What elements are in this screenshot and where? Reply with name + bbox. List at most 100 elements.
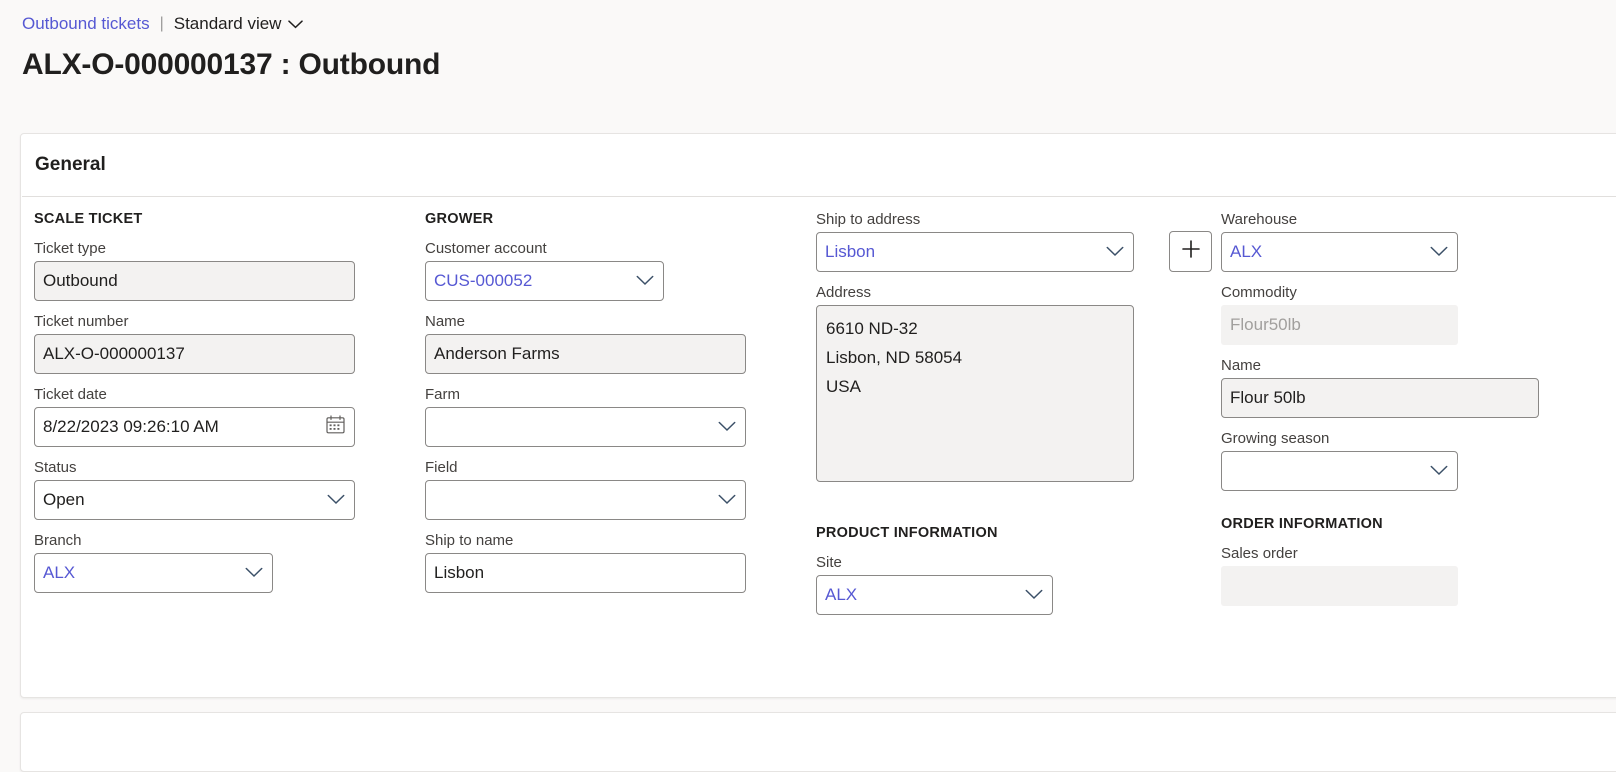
field-label-commodity-name: Name	[1221, 357, 1262, 374]
chevron-down-icon	[245, 563, 263, 583]
field-label-branch: Branch	[34, 532, 82, 549]
ticket-date-input[interactable]: 8/22/2023 09:26:10 AM	[34, 407, 355, 447]
branch-combobox[interactable]: ALX	[34, 553, 273, 593]
chevron-down-icon	[1106, 242, 1124, 262]
breadcrumb-link-outbound-tickets[interactable]: Outbound tickets	[22, 14, 150, 34]
customer-account-value: CUS-000052	[434, 271, 533, 290]
column-scale-ticket: SCALE TICKET Ticket type Outbound Ticket…	[34, 211, 374, 605]
chevron-down-icon	[1025, 585, 1043, 605]
grower-name-value: Anderson Farms	[434, 344, 560, 363]
commodity-name-input[interactable]: Flour 50lb	[1221, 378, 1539, 418]
ticket-type-value: Outbound	[43, 271, 118, 290]
column-shipping: Ship to address Lisbon Address 6610 ND-3…	[816, 211, 1186, 627]
chevron-down-icon	[718, 417, 736, 437]
section-title-order-information: ORDER INFORMATION	[1221, 516, 1383, 532]
ticket-type-input[interactable]: Outbound	[34, 261, 355, 301]
view-selector-label: Standard view	[173, 14, 282, 33]
field-farm: Farm	[425, 386, 765, 447]
field-label-warehouse: Warehouse	[1221, 211, 1298, 228]
warehouse-combobox[interactable]: ALX	[1221, 232, 1458, 272]
farm-combobox[interactable]	[425, 407, 746, 447]
field-label-ticket-number: Ticket number	[34, 313, 129, 330]
chevron-down-icon	[1430, 461, 1448, 481]
field-label-site: Site	[816, 554, 842, 571]
field-branch: Branch ALX	[34, 532, 374, 593]
sales-order-input[interactable]	[1221, 566, 1458, 606]
general-form: SCALE TICKET Ticket type Outbound Ticket…	[21, 197, 1616, 697]
chevron-down-icon	[1430, 242, 1448, 262]
chevron-down-icon	[636, 271, 654, 291]
field-commodity: Commodity Flour50lb	[1221, 284, 1561, 345]
ship-to-name-value: Lisbon	[434, 563, 485, 582]
calendar-icon[interactable]	[326, 415, 345, 439]
field-ticket-type: Ticket type Outbound	[34, 240, 374, 301]
field-label-address: Address	[816, 284, 872, 301]
commodity-name-value: Flour 50lb	[1230, 388, 1306, 407]
field-label-commodity: Commodity	[1221, 284, 1297, 301]
ship-to-address-combobox[interactable]: Lisbon	[816, 232, 1134, 272]
status-combobox[interactable]: Open	[34, 480, 355, 520]
chevron-down-icon	[718, 490, 736, 510]
ticket-number-value: ALX-O-000000137	[43, 344, 185, 363]
field-customer-account: Customer account CUS-000052	[425, 240, 765, 301]
field-ticket-number: Ticket number ALX-O-000000137	[34, 313, 374, 374]
field-label-status: Status	[34, 459, 77, 476]
field-ship-to-name: Ship to name Lisbon	[425, 532, 765, 593]
field-ticket-date: Ticket date 8/22/2023 09:26:10 AM	[34, 386, 374, 447]
grower-name-input[interactable]: Anderson Farms	[425, 334, 746, 374]
ticket-date-value: 8/22/2023 09:26:10 AM	[43, 417, 219, 436]
card-header: General	[21, 134, 1616, 196]
breadcrumb: Outbound tickets | Standard view	[0, 0, 1616, 34]
field-growing-season: Growing season	[1221, 430, 1561, 491]
field-label-ship-to-name: Ship to name	[425, 532, 514, 549]
field-label-farm: Farm	[425, 386, 460, 403]
commodity-input[interactable]: Flour50lb	[1221, 305, 1458, 345]
field-label-field: Field	[425, 459, 458, 476]
field-label-grower-name: Name	[425, 313, 466, 330]
field-label-customer-account: Customer account	[425, 240, 547, 257]
ship-to-name-input[interactable]: Lisbon	[425, 553, 746, 593]
branch-value: ALX	[43, 563, 76, 582]
warehouse-value: ALX	[1230, 242, 1263, 261]
site-combobox[interactable]: ALX	[816, 575, 1053, 615]
customer-account-combobox[interactable]: CUS-000052	[425, 261, 664, 301]
column-grower: GROWER Customer account CUS-000052 Name …	[425, 211, 765, 605]
ticket-number-input[interactable]: ALX-O-000000137	[34, 334, 355, 374]
breadcrumb-separator: |	[159, 15, 164, 32]
ship-to-address-value: Lisbon	[825, 242, 876, 261]
growing-season-combobox[interactable]	[1221, 451, 1458, 491]
field-commodity-name: Name Flour 50lb	[1221, 357, 1561, 418]
secondary-section-card	[20, 712, 1616, 772]
status-value: Open	[43, 490, 85, 509]
field-grower-name: Name Anderson Farms	[425, 313, 765, 374]
field-address: Address 6610 ND-32 Lisbon, ND 58054 USA	[816, 284, 1186, 482]
card-header-label: General	[35, 154, 106, 175]
field-status: Status Open	[34, 459, 374, 520]
field-sales-order: Sales order	[1221, 545, 1561, 606]
field-label-ship-to-address: Ship to address	[816, 211, 921, 228]
field-warehouse: Warehouse ALX	[1221, 211, 1561, 272]
general-section-card: General SCALE TICKET Ticket type Outboun…	[20, 133, 1616, 698]
page-title: ALX-O-000000137 : Outbound	[22, 48, 441, 81]
add-address-button[interactable]	[1169, 231, 1212, 272]
chevron-down-icon	[327, 490, 345, 510]
field-site: Site ALX	[816, 554, 1186, 615]
plus-icon	[1180, 238, 1202, 265]
chevron-down-icon	[288, 14, 304, 34]
commodity-value: Flour50lb	[1230, 315, 1301, 334]
column-warehouse: Warehouse ALX Commodity Flour50lb Name F…	[1221, 211, 1561, 618]
section-title-product-information: PRODUCT INFORMATION	[816, 525, 998, 541]
field-label-sales-order: Sales order	[1221, 545, 1298, 562]
field-combobox[interactable]	[425, 480, 746, 520]
section-title-grower: GROWER	[425, 211, 494, 227]
section-title-scale-ticket: SCALE TICKET	[34, 211, 143, 227]
field-field: Field	[425, 459, 765, 520]
field-label-ticket-date: Ticket date	[34, 386, 107, 403]
site-value: ALX	[825, 585, 858, 604]
field-ship-to-address: Ship to address Lisbon	[816, 211, 1186, 272]
address-textarea[interactable]: 6610 ND-32 Lisbon, ND 58054 USA	[816, 305, 1134, 482]
view-selector[interactable]: Standard view	[174, 14, 304, 34]
field-label-ticket-type: Ticket type	[34, 240, 106, 257]
